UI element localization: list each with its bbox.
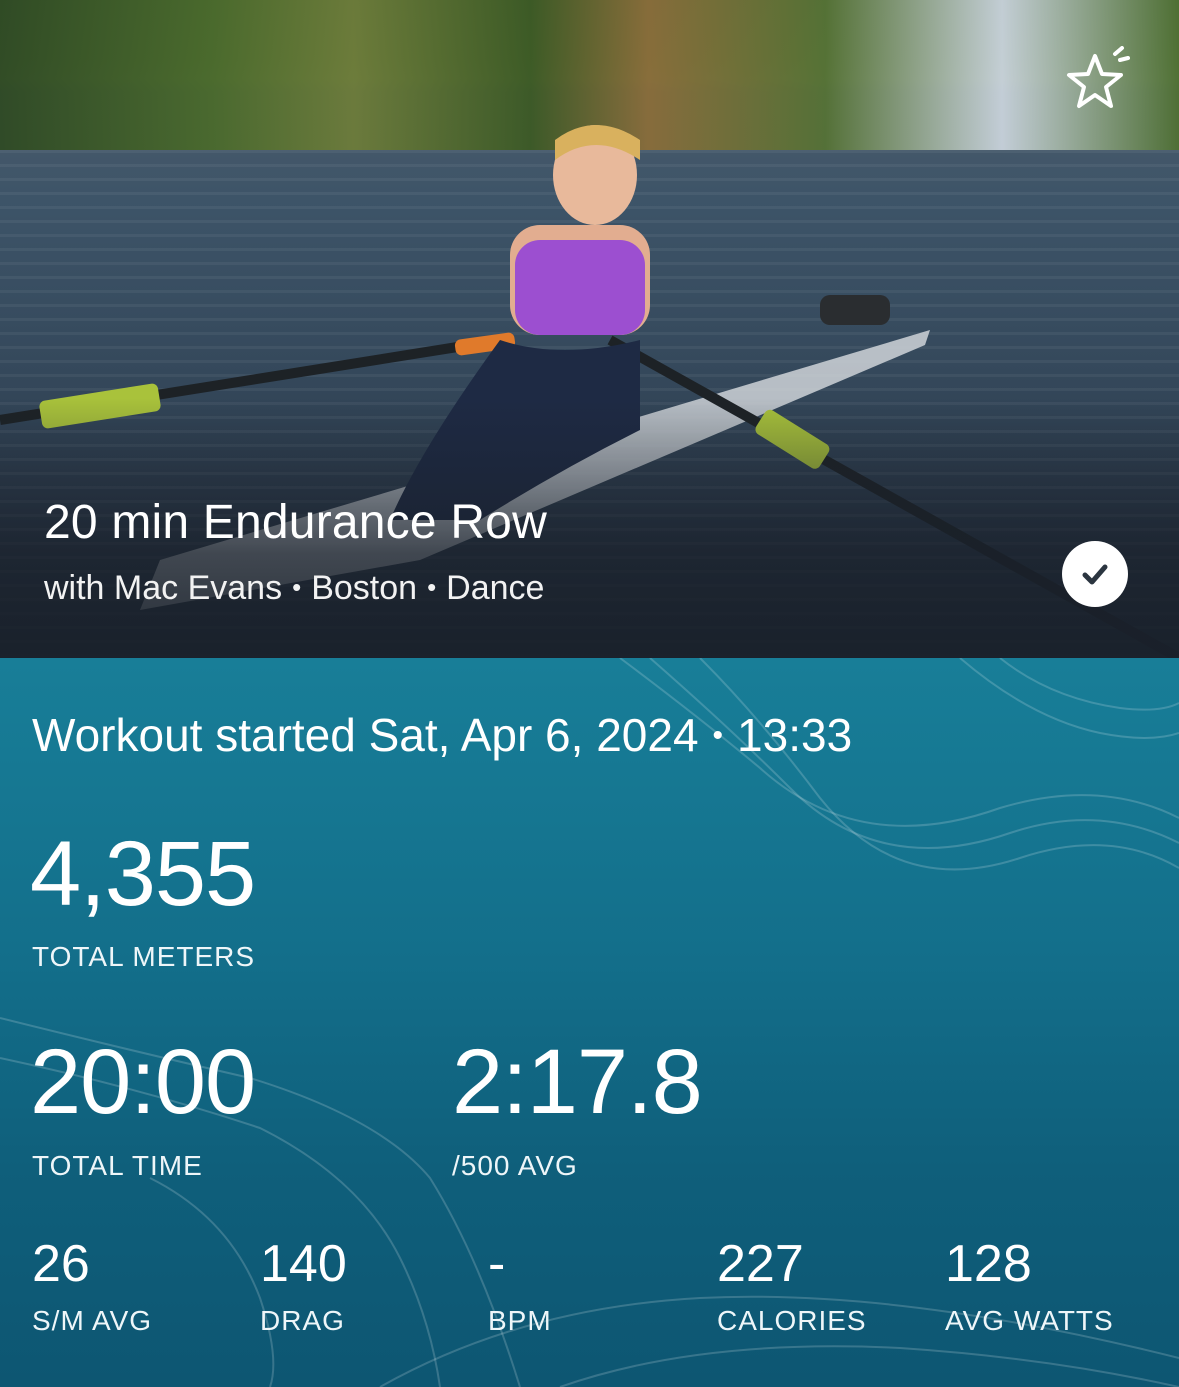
favorite-star-button[interactable] xyxy=(1060,46,1130,116)
start-time: 13:33 xyxy=(737,709,853,761)
workout-stats-panel: Workout started Sat, Apr 6, 2024 • 13:33 4… xyxy=(0,658,1179,1387)
calories-value: 227 xyxy=(717,1235,804,1293)
instructor-name: with Mac Evans xyxy=(44,569,283,607)
start-date: Workout started Sat, Apr 6, 2024 xyxy=(32,709,699,761)
total-time-label: TOTAL TIME xyxy=(32,1150,203,1181)
separator-dot: • xyxy=(292,572,302,602)
workout-start-datetime: Workout started Sat, Apr 6, 2024 • 13:33 xyxy=(32,708,852,762)
drag-value: 140 xyxy=(260,1235,347,1293)
workout-music-genre: Dance xyxy=(446,569,545,607)
total-meters-label: TOTAL METERS xyxy=(32,941,256,972)
split-avg-label: /500 AVG xyxy=(452,1150,578,1181)
total-time-value: 20:00 xyxy=(30,1031,256,1133)
avg-watts-label: AVG WATTS xyxy=(945,1305,1114,1336)
completed-badge xyxy=(1062,541,1128,607)
stroke-rate-label: S/M AVG xyxy=(32,1305,153,1336)
workout-subtitle: with Mac Evans • Boston • Dance xyxy=(44,569,544,608)
total-meters-value: 4,355 xyxy=(30,823,256,925)
avg-watts-value: 128 xyxy=(945,1235,1032,1293)
split-avg-value: 2:17.8 xyxy=(452,1031,703,1133)
star-add-icon xyxy=(1067,46,1130,108)
checkmark-icon xyxy=(1082,564,1108,585)
workout-hero-image: 20 min Endurance Row with Mac Evans • Bost… xyxy=(0,0,1179,658)
workout-location: Boston xyxy=(311,569,418,607)
separator-dot: • xyxy=(712,719,724,752)
stroke-rate-value: 26 xyxy=(32,1235,90,1293)
calories-label: CALORIES xyxy=(717,1305,867,1336)
heart-rate-value: - xyxy=(488,1235,506,1293)
heart-rate-label: BPM xyxy=(488,1305,552,1336)
separator-dot: • xyxy=(427,572,437,602)
drag-label: DRAG xyxy=(260,1305,345,1336)
workout-title: 20 min Endurance Row xyxy=(44,496,547,549)
